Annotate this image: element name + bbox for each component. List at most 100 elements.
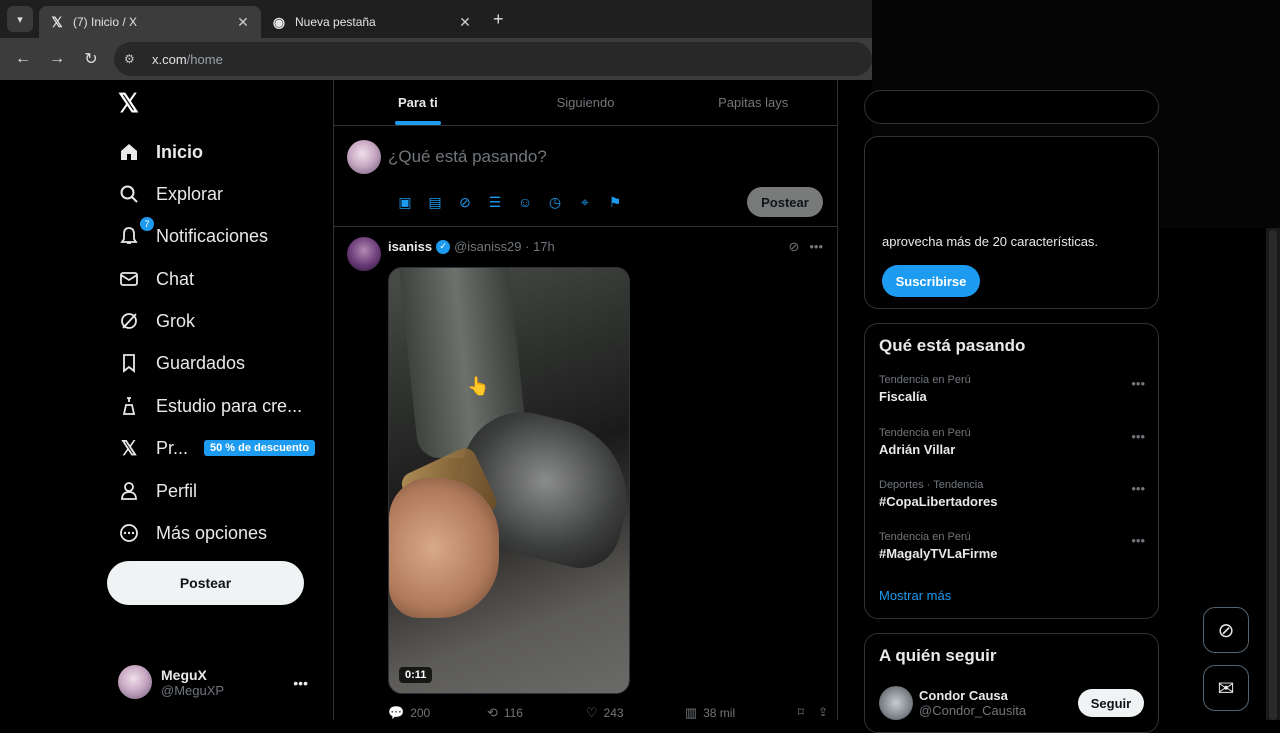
follow-suggestion[interactable]: Condor Causa @Condor_Causita	[879, 686, 1026, 720]
subscribe-button[interactable]: Suscribirse	[882, 265, 980, 297]
views-button[interactable]: ▥ 38 mil	[685, 705, 784, 721]
follow-handle: @Condor_Causita	[919, 703, 1027, 718]
bookmark-icon[interactable]: ⌑	[798, 705, 804, 721]
flag-icon[interactable]: ⚑	[600, 194, 630, 211]
site-settings-icon[interactable]: ⚙	[124, 52, 142, 66]
avatar	[879, 686, 913, 720]
grok-fab[interactable]: ⊘	[1203, 607, 1249, 653]
grok-icon[interactable]: ⊘	[450, 194, 480, 211]
reply-button[interactable]: 💬 200	[388, 705, 487, 721]
browser-tab-x[interactable]: 𝕏 (7) Inicio / X ✕	[39, 6, 261, 38]
sidebar-post-button[interactable]: Postear	[107, 561, 304, 605]
show-more-link[interactable]: Mostrar más	[879, 588, 951, 603]
poll-icon[interactable]: ☰	[480, 194, 510, 211]
x-logo[interactable]: 𝕏	[118, 88, 139, 119]
compose-post-button[interactable]: Postear	[747, 187, 823, 217]
tweet-time[interactable]: 17h	[533, 239, 555, 254]
location-icon[interactable]: ⌖	[570, 194, 600, 211]
tweet-header: isaniss ✓ @isaniss29 · 17h	[388, 239, 555, 254]
grok-icon: ⊘	[1217, 619, 1235, 642]
repost-icon: ⟲	[486, 705, 498, 720]
sidebar-item-inicio[interactable]: Inicio	[118, 137, 203, 167]
premium-card: aprovecha más de 20 características. Sus…	[864, 136, 1159, 309]
tweet-handle[interactable]: @isaniss29	[454, 239, 521, 254]
views-icon: ▥	[684, 705, 698, 720]
sidebar-item-label: Explorar	[156, 183, 224, 204]
sidebar-item-guardados[interactable]: Guardados	[118, 348, 245, 378]
sidebar-item-label: Inicio	[156, 141, 204, 162]
like-button[interactable]: ♡ 243	[586, 705, 685, 721]
sidebar-item-grok[interactable]: Grok	[118, 306, 195, 336]
x-logo-icon: 𝕏	[51, 13, 63, 30]
tab-papitas-lays[interactable]: Papitas lays	[669, 80, 837, 125]
sidebar-item-notificaciones[interactable]: 7 Notificaciones	[118, 217, 269, 251]
sidebar-item-label: Más opciones	[156, 522, 268, 543]
trend-name: Fiscalía	[879, 389, 927, 404]
more-icon[interactable]: •••	[1131, 481, 1145, 496]
tab-search-button[interactable]: ▾	[7, 6, 33, 32]
schedule-icon[interactable]: ◷	[540, 194, 570, 211]
compose-box: ¿Qué está pasando? ▣ ▤ ⊘ ☰ ☺ ◷ ⌖ ⚑ Poste…	[334, 126, 837, 227]
repost-button[interactable]: ⟲ 116	[487, 705, 586, 721]
url-input[interactable]: ⚙ x.com/home	[114, 42, 872, 76]
scrollbar[interactable]	[1266, 228, 1280, 720]
trend-item[interactable]: Tendencia en Perú Adrián Villar •••	[879, 427, 1145, 457]
gif-icon[interactable]: ▤	[420, 194, 450, 211]
sidebar-item-mas-opciones[interactable]: Más opciones	[118, 518, 267, 548]
compose-input[interactable]: ¿Qué está pasando?	[388, 147, 547, 167]
mail-icon	[118, 268, 140, 290]
trend-name: #MagalyTVLaFirme	[879, 546, 998, 561]
premium-text: aprovecha más de 20 características.	[882, 234, 1099, 249]
account-switcher[interactable]: MeguX @MeguXP •••	[118, 665, 318, 699]
browser-tab-bar: ▾ 𝕏 (7) Inicio / X ✕ ◉ Nueva pestaña ✕ +	[0, 0, 872, 38]
search-input[interactable]	[864, 90, 1159, 124]
back-icon[interactable]: ←	[12, 48, 34, 70]
feed-tabs: Para ti Siguiendo Papitas lays	[334, 80, 837, 126]
sidebar-item-label: Notificaciones	[156, 225, 269, 246]
views-count: 38 mil	[703, 706, 736, 720]
close-icon[interactable]: ✕	[457, 14, 473, 31]
tweet-extra-actions: ⌑ ⇪	[784, 705, 828, 721]
video-frame-hand	[389, 478, 499, 618]
sidebar-item-chat[interactable]: Chat	[118, 264, 194, 294]
more-icon[interactable]: •••	[1131, 376, 1145, 391]
trend-item[interactable]: Deportes · Tendencia #CopaLibertadores •…	[879, 479, 1145, 509]
image-icon[interactable]: ▣	[390, 194, 420, 211]
tweet[interactable]: isaniss ✓ @isaniss29 · 17h ⊘ ••• 👆 0:11 …	[334, 227, 837, 720]
home-icon	[118, 141, 140, 163]
account-name: MeguX	[161, 666, 207, 683]
trend-category: Tendencia en Perú	[879, 374, 971, 386]
more-icon[interactable]: •••	[1131, 533, 1145, 548]
share-icon[interactable]: ⇪	[818, 705, 828, 721]
follow-button[interactable]: Seguir	[1078, 689, 1144, 717]
emoji-icon[interactable]: ☺	[510, 194, 540, 211]
verified-icon: ✓	[436, 239, 451, 254]
browser-tab-new[interactable]: ◉ Nueva pestaña ✕	[261, 6, 483, 38]
trend-name: Adrián Villar	[879, 442, 956, 457]
sidebar-item-explorar[interactable]: Explorar	[118, 179, 223, 209]
reload-icon[interactable]: ↻	[80, 48, 102, 70]
tab-para-ti[interactable]: Para ti	[334, 80, 502, 125]
sidebar-item-premium[interactable]: 𝕏 Pr... 50 % de descuento	[118, 433, 316, 463]
sidebar-item-perfil[interactable]: Perfil	[118, 476, 197, 506]
forward-icon[interactable]: →	[46, 48, 68, 70]
more-icon[interactable]: •••	[809, 239, 823, 255]
grok-icon[interactable]: ⊘	[788, 239, 799, 255]
trend-category: Tendencia en Perú	[879, 427, 971, 439]
separator: ·	[521, 239, 534, 254]
sidebar-item-estudio[interactable]: Estudio para cre...	[118, 391, 302, 421]
more-icon[interactable]: •••	[1131, 429, 1145, 444]
trend-item[interactable]: Tendencia en Perú #MagalyTVLaFirme •••	[879, 531, 1145, 561]
messages-fab[interactable]: ✉	[1203, 665, 1249, 711]
reply-icon: 💬	[388, 705, 405, 720]
trend-name: #CopaLibertadores	[879, 494, 998, 509]
close-icon[interactable]: ✕	[235, 14, 251, 31]
tweet-username[interactable]: isaniss	[388, 239, 432, 254]
video-duration: 0:11	[399, 667, 433, 683]
tweet-video[interactable]: 👆 0:11	[388, 267, 630, 694]
tab-siguiendo[interactable]: Siguiendo	[502, 80, 670, 125]
new-tab-button[interactable]: +	[493, 9, 504, 30]
scrollbar-thumb[interactable]	[1269, 230, 1277, 720]
trend-item[interactable]: Tendencia en Perú Fiscalía •••	[879, 374, 1145, 404]
avatar[interactable]	[347, 237, 381, 271]
